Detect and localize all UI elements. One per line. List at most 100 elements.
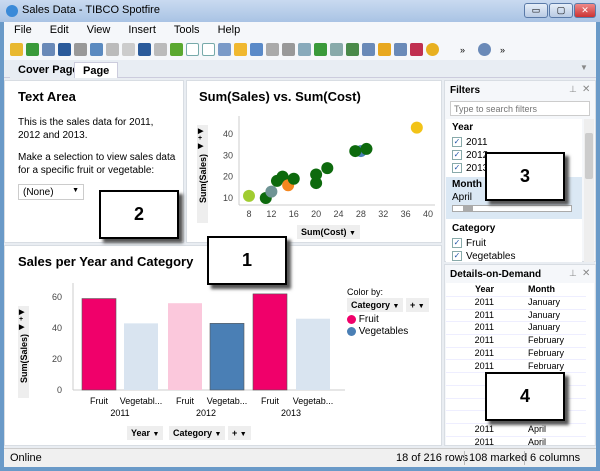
tab-page[interactable]: Page [74,62,119,78]
pin-icon[interactable]: ⊥ [569,268,577,279]
x-tick-label: 8 [246,209,251,219]
close-icon[interactable]: ✕ [582,268,590,279]
scatter-plot[interactable]: 10 20 30 40 8 12 16 20 24 28 32 36 40 [187,81,443,244]
minimize-button[interactable]: ▭ [524,3,548,18]
color-by-add-button[interactable]: + ▼ [406,298,429,312]
chevron-down-icon: ▼ [392,303,400,310]
graphical-table-icon[interactable] [362,43,375,56]
color-by-selector[interactable]: Category ▼ [347,298,404,312]
bar-chart[interactable]: 0 20 40 60 Fruit Vegetabl... Fruit Vegetab... Fr… [5,246,345,447]
scatter-plot-panel: Sum(Sales) vs. Sum(Cost) ▶ + ▶ Sum(Sales) … [186,80,442,243]
x-axis-category-selector[interactable]: Category ▼ [169,426,226,440]
undo-icon[interactable] [138,43,151,56]
table-row[interactable]: 2011 April [446,437,586,445]
lists-icon[interactable] [266,43,279,56]
filter-checkbox-2012[interactable]: ✓ 2012 [452,150,488,161]
x-group-label: 2013 [281,408,301,418]
more-chevron-icon[interactable]: » [500,45,505,55]
table-row[interactable]: 2011 January [446,310,586,323]
menu-insert[interactable]: Insert [118,22,164,39]
combination-chart-icon[interactable] [410,43,423,56]
pie-chart-icon[interactable] [426,43,439,56]
filter-checkbox-2013[interactable]: ✓ 2013 [452,163,488,174]
table-row[interactable]: 2011 January [446,322,586,336]
filter-checkbox-2011[interactable]: ✓ 2011 [452,137,488,148]
menu-tools[interactable]: Tools [164,22,208,39]
chart-icon[interactable] [298,43,311,56]
filter-search-input[interactable] [450,101,590,116]
legend-item[interactable]: Fruit [347,314,379,325]
cell-year: 2011 [474,309,494,320]
x-axis-add-button[interactable]: + ▼ [228,426,251,440]
filter-icon[interactable] [186,43,199,56]
export-icon[interactable] [90,43,103,56]
dropdown-value: (None) [23,187,54,198]
close-icon[interactable]: ✕ [582,84,590,95]
category-filter-label: Category [452,223,496,234]
maximize-button[interactable]: ▢ [549,3,573,18]
scatter-point [349,145,362,158]
bookmark-icon[interactable] [250,43,263,56]
legend-swatch [347,314,356,324]
legend-item[interactable]: Vegetables [347,326,408,337]
table-icon[interactable] [330,43,343,56]
y-tick-label: 20 [52,354,62,364]
selection-dropdown[interactable]: (None) ▼ [18,184,84,200]
table-header: Year Month [446,284,586,297]
menu-view[interactable]: View [77,22,119,39]
pin-icon[interactable]: ⊥ [569,84,577,95]
table-row[interactable]: 2011 January [446,297,586,310]
month-filter-label: Month [452,179,482,190]
line-chart-icon[interactable] [394,43,407,56]
tags-icon[interactable] [234,43,247,56]
print-icon[interactable] [74,43,87,56]
callout-1: 1 [207,236,287,285]
cell-month: February [528,360,565,371]
x-tick-label: 16 [289,209,299,219]
cell-year: 2011 [474,424,494,434]
table-row[interactable]: 2011 April [446,424,586,437]
open-icon[interactable] [10,43,23,56]
cell-month: April [528,436,547,445]
slider-handle[interactable] [463,206,473,211]
save-icon[interactable] [58,43,71,56]
redo-icon[interactable] [154,43,167,56]
filter-checkbox-vegetables[interactable]: ✓ Vegetables [452,251,516,262]
filter-checkbox-fruit[interactable]: ✓ Fruit [452,238,486,249]
menu-file[interactable]: File [4,22,40,39]
new-page-icon[interactable] [314,43,327,56]
gear-icon[interactable] [478,43,492,56]
month-filter-value: April [452,192,473,203]
menu-edit[interactable]: Edit [40,22,77,39]
x-tick-label: Vegetab... [293,396,334,406]
x-tick-label: Vegetab... [207,396,248,406]
filters-scrollbar[interactable] [584,119,594,262]
details-on-demand-icon[interactable] [202,43,215,56]
status-online: Online [10,452,42,464]
reload-icon[interactable] [42,43,55,56]
chevron-down-icon: ▼ [214,431,222,438]
more-chevron-icon[interactable]: » [460,45,465,55]
close-button[interactable]: ✕ [574,3,596,18]
y-tick-label: 40 [52,323,62,333]
copy-icon[interactable] [106,43,119,56]
bar [209,323,245,391]
data-table-icon[interactable] [218,43,231,56]
reset-icon[interactable] [170,43,183,56]
x-axis-year-selector[interactable]: Year ▼ [127,426,164,440]
tab-menu-chevron-icon[interactable]: ▼ [580,63,588,72]
cell-year: 2011 [474,436,494,445]
bar-chart-icon[interactable] [378,43,391,56]
add-data-icon[interactable] [26,43,39,56]
menu-help[interactable]: Help [208,22,249,39]
text-area-paragraph: This is the sales data for 2011, 2012 an… [18,117,154,141]
table-row[interactable]: 2011 February [446,348,586,361]
paste-icon[interactable] [122,43,135,56]
bar [81,298,117,391]
month-range-slider[interactable] [452,205,572,212]
collaboration-icon[interactable] [282,43,295,56]
cell-year: 2011 [474,360,494,371]
table-row[interactable]: 2011 February [446,335,586,348]
text-area-paragraph: Make a selection to view sales data for … [18,152,176,176]
cross-table-icon[interactable] [346,43,359,56]
